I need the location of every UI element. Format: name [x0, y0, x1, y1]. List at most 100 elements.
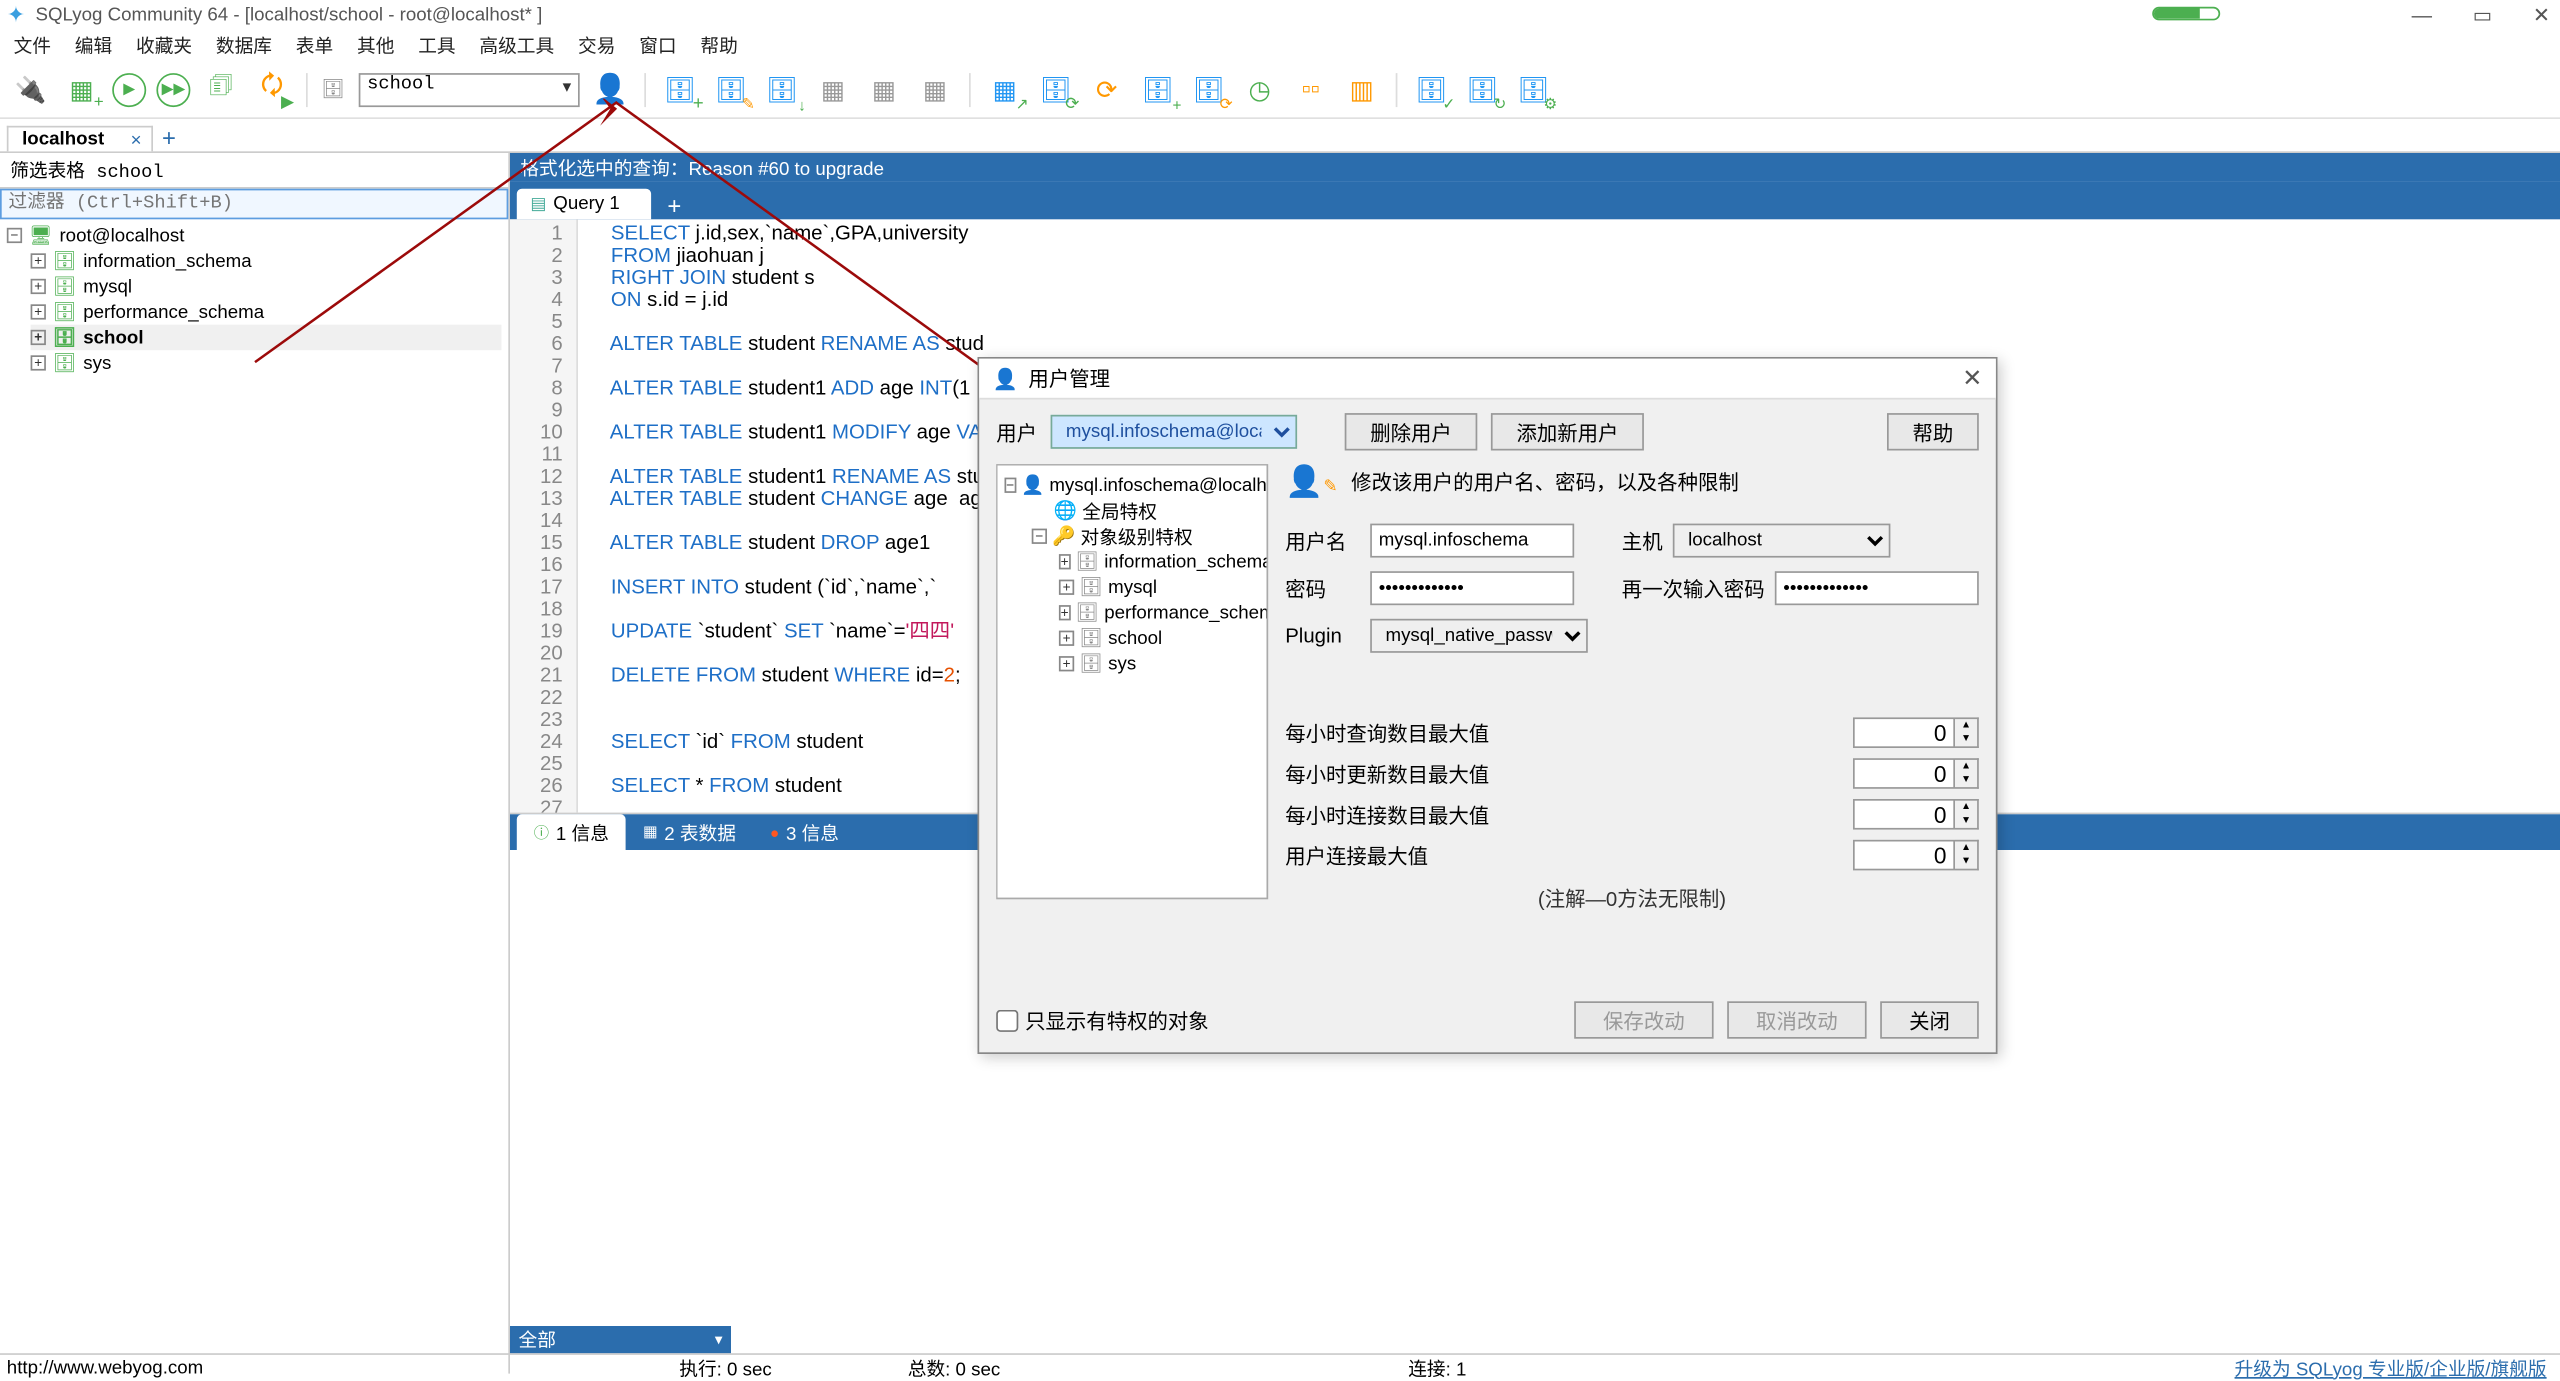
privilege-tree[interactable]: −👤mysql.infoschema@localhost 🌐全局特权 −🔑对象级…	[996, 464, 1268, 899]
add-query-tab[interactable]: +	[650, 192, 698, 219]
upgrade-hint[interactable]: 格式化选中的查询：Reason #60 to upgrade	[510, 153, 2560, 182]
db-action-2-icon[interactable]: 🗄↻	[1462, 69, 1503, 110]
close-button[interactable]: ✕	[2533, 3, 2550, 27]
username-input[interactable]	[1370, 524, 1574, 558]
connection-tab-localhost[interactable]: localhost ×	[7, 126, 154, 152]
format-icon[interactable]: 🗊	[201, 69, 242, 110]
menu-table[interactable]: 表单	[296, 32, 333, 59]
db-action-3-icon[interactable]: 🗄⚙	[1513, 69, 1554, 110]
new-connection-icon[interactable]: 🔌	[10, 69, 51, 110]
password2-label: 再一次输入密码	[1622, 574, 1775, 603]
globe-icon: 🌐	[1054, 500, 1077, 522]
spinner[interactable]: ▲▼	[1955, 799, 1979, 830]
limit-input[interactable]	[1853, 717, 1955, 748]
refresh-icon[interactable]: 🗘▶	[252, 69, 293, 110]
sync-db-icon[interactable]: 🗄⟳	[1035, 69, 1076, 110]
import-icon[interactable]: 🗄+	[1137, 69, 1178, 110]
upgrade-link[interactable]: 升级为 SQLyog 专业版/企业版/旗舰版	[2235, 1354, 2547, 1381]
result-tab-data[interactable]: ▦2 表数据	[626, 813, 753, 850]
spinner[interactable]: ▲▼	[1955, 717, 1979, 748]
statusbar: http://www.webyog.com 执行: 0 sec 总数: 0 se…	[0, 1353, 2560, 1380]
schema-tree[interactable]: − 🖥 root@localhost +🗄information_schema …	[0, 219, 508, 1373]
tree-db[interactable]: +🗄sys	[31, 350, 502, 376]
menu-file[interactable]: 文件	[14, 32, 51, 59]
execute-icon[interactable]: ▶	[112, 72, 146, 106]
password2-input[interactable]	[1775, 571, 1979, 605]
help-button[interactable]: 帮助	[1887, 413, 1979, 450]
user-manager-dialog: 👤 用户管理 ✕ 用户 mysql.infoschema@localhost 删…	[978, 357, 1998, 1054]
dialog-close-icon[interactable]: ✕	[1962, 364, 1982, 393]
user-manager-icon[interactable]: 👤	[590, 69, 631, 110]
db-action-1-icon[interactable]: 🗄✓	[1411, 69, 1452, 110]
result-tab-info[interactable]: ⓘ1 信息	[517, 813, 626, 850]
export-icon[interactable]: ▦↗	[984, 69, 1025, 110]
tree-db[interactable]: +🗄performance_schema	[31, 299, 502, 325]
menu-window[interactable]: 窗口	[639, 32, 676, 59]
tree-db[interactable]: +🗄information_schema	[31, 248, 502, 274]
expand-icon[interactable]: +	[31, 279, 46, 294]
status-conn: 连接: 1	[1408, 1354, 1466, 1381]
db-tool-1-icon[interactable]: 🗄+	[660, 69, 701, 110]
host-selector[interactable]: localhost	[1673, 524, 1891, 558]
menu-database[interactable]: 数据库	[216, 32, 272, 59]
expand-icon[interactable]: +	[31, 304, 46, 319]
expand-icon[interactable]: +	[31, 253, 46, 268]
refresh-schema-icon[interactable]: ⟳	[1086, 69, 1127, 110]
plugin-selector[interactable]: mysql_native_password	[1370, 619, 1588, 653]
key-icon: 🔑	[1052, 525, 1075, 547]
grid-tool-1-icon[interactable]: ▦	[813, 69, 854, 110]
copy-db-icon[interactable]: ▫▫	[1290, 69, 1331, 110]
connection-tabs: localhost × +	[0, 119, 2560, 153]
password-input[interactable]	[1370, 571, 1574, 605]
menu-other[interactable]: 其他	[357, 32, 394, 59]
grid-tool-2-icon[interactable]: ▦	[864, 69, 905, 110]
backup-icon[interactable]: 🗄⟳	[1188, 69, 1229, 110]
menu-favorites[interactable]: 收藏夹	[136, 32, 192, 59]
spinner[interactable]: ▲▼	[1955, 758, 1979, 789]
expand-icon[interactable]: −	[7, 228, 22, 243]
result-filter[interactable]: 全部	[510, 1326, 731, 1353]
minimize-button[interactable]: —	[2412, 3, 2432, 27]
diff-icon[interactable]: ▥	[1341, 69, 1382, 110]
save-button[interactable]: 保存改动	[1574, 1001, 1713, 1038]
close-button[interactable]: 关闭	[1880, 1001, 1979, 1038]
delete-user-button[interactable]: 删除用户	[1345, 413, 1478, 450]
database-icon: 🗄	[1076, 602, 1100, 624]
expand-icon[interactable]: +	[31, 330, 46, 345]
spinner[interactable]: ▲▼	[1955, 840, 1979, 871]
database-selector[interactable]: school	[359, 72, 580, 106]
db-tool-3-icon[interactable]: 🗄↓	[762, 69, 803, 110]
user-selector[interactable]: mysql.infoschema@localhost	[1051, 415, 1298, 449]
window-title: SQLyog Community 64 - [localhost/school …	[36, 5, 543, 25]
tree-db[interactable]: +🗄mysql	[31, 274, 502, 300]
progress-indicator	[2152, 7, 2220, 21]
limit-input[interactable]	[1853, 758, 1955, 789]
query-tab-1[interactable]: ▤ Query 1	[517, 189, 651, 220]
maximize-button[interactable]: ▭	[2473, 3, 2492, 27]
result-tab-msg[interactable]: ●3 信息	[753, 813, 856, 850]
limit-input[interactable]	[1853, 799, 1955, 830]
menu-help[interactable]: 帮助	[700, 32, 737, 59]
show-privileged-only-checkbox[interactable]: 只显示有特权的对象	[996, 1006, 1209, 1035]
add-user-button[interactable]: 添加新用户	[1491, 413, 1644, 450]
limit-label: 每小时连接数目最大值	[1285, 800, 1523, 829]
database-icon: 🗄	[53, 352, 77, 374]
new-query-icon[interactable]: ▦+	[61, 69, 102, 110]
close-tab-icon[interactable]: ×	[131, 131, 142, 151]
filter-input[interactable]	[0, 189, 508, 220]
limit-input[interactable]	[1853, 840, 1955, 871]
tree-db-active[interactable]: +🗄school	[31, 325, 502, 351]
menu-transactions[interactable]: 交易	[578, 32, 615, 59]
username-label: 用户名	[1285, 526, 1370, 555]
expand-icon[interactable]: +	[31, 355, 46, 370]
menu-tools[interactable]: 工具	[418, 32, 455, 59]
grid-tool-3-icon[interactable]: ▦	[915, 69, 956, 110]
menu-edit[interactable]: 编辑	[75, 32, 112, 59]
schedule-icon[interactable]: ◷	[1239, 69, 1280, 110]
menu-powertools[interactable]: 高级工具	[479, 32, 554, 59]
execute-all-icon[interactable]: ▶▶	[156, 72, 190, 106]
db-tool-2-icon[interactable]: 🗄✎	[711, 69, 752, 110]
tree-server[interactable]: − 🖥 root@localhost	[7, 223, 502, 249]
cancel-button[interactable]: 取消改动	[1727, 1001, 1866, 1038]
add-connection-tab[interactable]: +	[152, 124, 186, 151]
